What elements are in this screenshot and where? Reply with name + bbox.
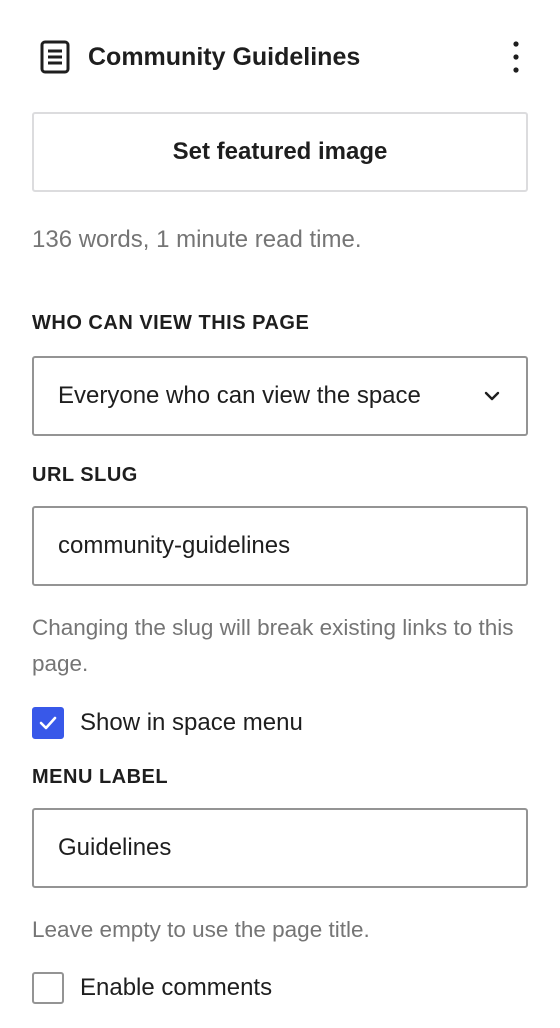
show-in-space-menu-label: Show in space menu bbox=[80, 709, 303, 736]
panel-header: Community Guidelines bbox=[32, 36, 528, 78]
menu-label-help: Leave empty to use the page title. bbox=[32, 917, 370, 942]
word-count-text: 136 words, 1 minute read time. bbox=[32, 226, 362, 253]
document-icon bbox=[32, 37, 78, 77]
checkbox-unchecked[interactable] bbox=[32, 972, 64, 1004]
page-title: Community Guidelines bbox=[88, 42, 361, 71]
page-settings-panel: Community Guidelines Set featured image … bbox=[0, 0, 560, 1028]
set-featured-image-button[interactable]: Set featured image bbox=[32, 112, 528, 192]
more-vertical-icon[interactable] bbox=[504, 37, 528, 77]
url-slug-input[interactable]: community-guidelines bbox=[32, 506, 528, 586]
url-slug-value: community-guidelines bbox=[58, 532, 291, 559]
checkbox-checked[interactable] bbox=[32, 707, 64, 739]
checkmark-icon bbox=[39, 716, 57, 730]
url-slug-help: Changing the slug will break existing li… bbox=[32, 615, 514, 676]
url-slug-label: URL SLUG bbox=[32, 464, 138, 486]
show-in-space-menu-checkbox[interactable]: Show in space menu bbox=[32, 706, 303, 740]
enable-comments-checkbox[interactable]: Enable comments bbox=[32, 971, 272, 1005]
visibility-label: WHO CAN VIEW THIS PAGE bbox=[32, 312, 310, 334]
visibility-select[interactable]: Everyone who can view the space bbox=[32, 356, 528, 436]
menu-label-label: MENU LABEL bbox=[32, 766, 169, 788]
enable-comments-label: Enable comments bbox=[80, 974, 273, 1001]
visibility-selected-value: Everyone who can view the space bbox=[58, 382, 421, 409]
menu-label-value: Guidelines bbox=[58, 834, 172, 861]
menu-label-input[interactable]: Guidelines bbox=[32, 808, 528, 888]
chevron-down-icon bbox=[480, 384, 504, 408]
